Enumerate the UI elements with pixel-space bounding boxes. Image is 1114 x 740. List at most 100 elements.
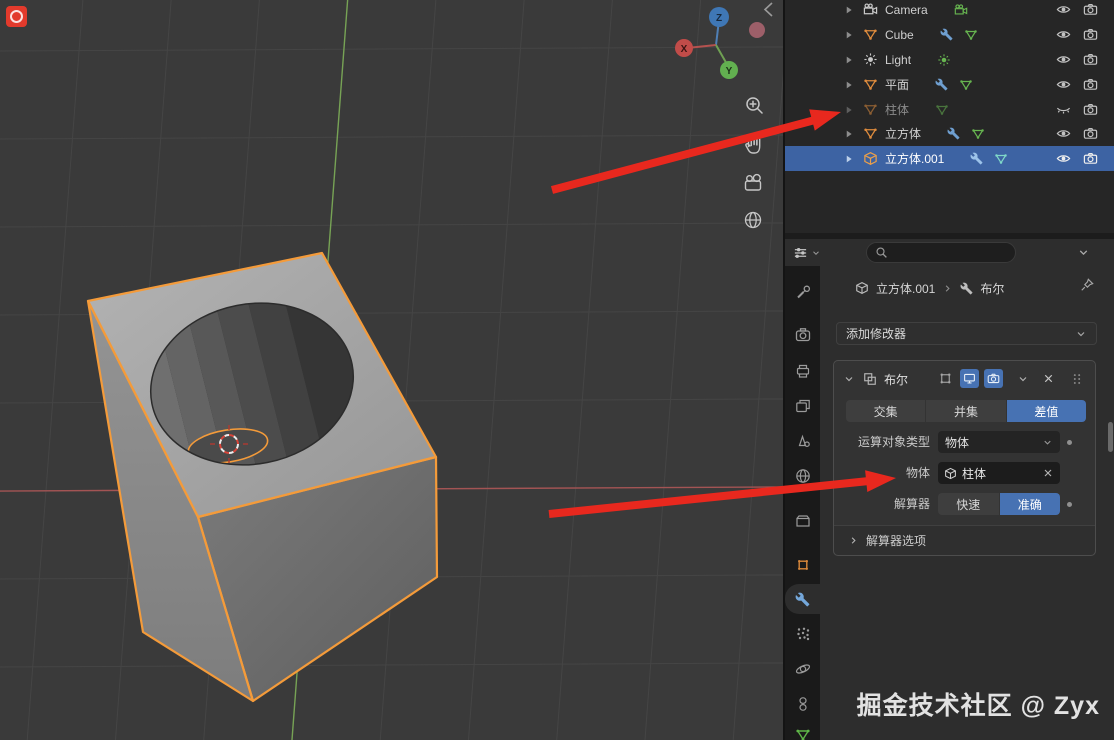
outliner-row-cube-001-active[interactable]: 立方体.001 <box>785 146 1114 171</box>
object-picker-field[interactable]: 柱体 <box>938 462 1060 484</box>
mesh-object-icon <box>863 102 878 117</box>
search-input[interactable] <box>894 244 1007 261</box>
op-intersect-button[interactable]: 交集 <box>846 400 926 422</box>
properties-tab-strip <box>785 266 820 740</box>
outliner-row-cube[interactable]: Cube <box>785 22 1114 47</box>
tab-tool[interactable] <box>785 277 820 307</box>
constraints-icon <box>795 696 811 712</box>
render-visibility-camera-icon[interactable] <box>1083 27 1098 42</box>
outliner-item-label[interactable]: 柱体 <box>885 101 909 118</box>
outliner-item-label[interactable]: 立方体.001 <box>885 150 944 167</box>
tab-physics[interactable] <box>785 654 820 684</box>
3d-viewport[interactable]: Z X Y <box>0 0 880 740</box>
solver-options-header[interactable]: 解算器选项 <box>834 525 1095 555</box>
visibility-eye-icon[interactable] <box>1056 77 1071 92</box>
filter-dropdown-icon[interactable] <box>1077 246 1090 259</box>
gizmo-x-axis-ball[interactable]: X <box>675 39 693 57</box>
gizmo-negative-axis-ball[interactable] <box>749 22 765 38</box>
op-difference-button[interactable]: 差值 <box>1006 400 1086 422</box>
render-display-toggle[interactable] <box>984 369 1003 388</box>
expand-arrow-icon[interactable] <box>843 79 855 91</box>
outliner-item-label[interactable]: Cube <box>885 28 914 42</box>
render-visibility-camera-icon[interactable] <box>1083 2 1098 17</box>
render-visibility-camera-icon[interactable] <box>1083 151 1098 166</box>
clear-object-x-icon[interactable] <box>1042 467 1054 479</box>
search-icon <box>875 246 888 259</box>
visibility-eye-icon[interactable] <box>1056 52 1071 67</box>
tab-render[interactable] <box>785 320 820 350</box>
expand-arrow-icon[interactable] <box>843 4 855 16</box>
tab-constraints[interactable] <box>785 689 820 719</box>
operand-type-dropdown[interactable]: 物体 <box>938 431 1060 453</box>
outliner-row-light[interactable]: Light <box>785 47 1114 72</box>
scrollbar-thumb[interactable] <box>1108 422 1113 452</box>
expand-arrow-icon[interactable] <box>843 104 855 116</box>
expand-arrow-icon[interactable] <box>843 54 855 66</box>
recorder-badge-icon <box>6 6 27 27</box>
visibility-eye-icon[interactable] <box>1056 151 1071 166</box>
edit-mode-toggle-icon[interactable] <box>938 371 953 386</box>
mesh-object-icon <box>863 27 878 42</box>
visibility-eye-icon[interactable] <box>1056 2 1071 17</box>
viewport-canvas[interactable]: Z X Y <box>0 0 880 740</box>
tab-scene[interactable] <box>785 426 820 456</box>
mesh-object-icon <box>863 126 878 141</box>
delete-modifier-x-icon[interactable] <box>1042 372 1055 385</box>
light-object-icon <box>863 52 878 67</box>
solver-options-label: 解算器选项 <box>866 534 927 548</box>
op-union-button[interactable]: 并集 <box>926 400 1006 422</box>
gizmo-z-axis-ball[interactable]: Z <box>709 7 729 27</box>
visibility-eye-icon[interactable] <box>1056 27 1071 42</box>
outliner-item-label[interactable]: 平面 <box>885 76 909 93</box>
boolean-modifier-icon <box>863 372 877 386</box>
tab-collection[interactable] <box>785 506 820 536</box>
outliner-row-cylinder[interactable]: 柱体 <box>785 97 1114 122</box>
solver-segmented: 快速 准确 <box>938 493 1060 515</box>
collapse-chevron-icon[interactable] <box>843 373 855 385</box>
realtime-display-toggle[interactable] <box>960 369 979 388</box>
render-visibility-camera-icon[interactable] <box>1083 77 1098 92</box>
light-data-icon <box>937 53 951 67</box>
outliner-row-cube-cn[interactable]: 立方体 <box>785 121 1114 146</box>
animate-dot[interactable] <box>1067 440 1072 445</box>
tab-particles[interactable] <box>785 619 820 649</box>
gizmo-x-label: X <box>681 44 688 55</box>
tab-world[interactable] <box>785 461 820 491</box>
solver-fast-button[interactable]: 快速 <box>938 493 999 515</box>
breadcrumb-object[interactable]: 立方体.001 <box>876 280 935 297</box>
extras-menu-chevron-icon[interactable] <box>1017 373 1029 385</box>
camera-icon <box>987 372 1000 385</box>
tab-object-data[interactable] <box>785 720 820 740</box>
render-visibility-camera-icon[interactable] <box>1083 102 1098 117</box>
outliner-item-label[interactable]: Camera <box>885 3 928 17</box>
visibility-eye-closed-icon[interactable] <box>1056 102 1071 117</box>
gizmo-y-label: Y <box>726 66 733 77</box>
search-box[interactable] <box>866 242 1016 263</box>
tab-output[interactable] <box>785 356 820 386</box>
solver-exact-button[interactable]: 准确 <box>999 493 1060 515</box>
animate-dot[interactable] <box>1067 502 1072 507</box>
outliner-item-label[interactable]: Light <box>885 53 911 67</box>
expand-arrow-icon[interactable] <box>843 153 855 165</box>
object-value: 柱体 <box>962 466 987 481</box>
expand-arrow-icon[interactable] <box>843 128 855 140</box>
camera-object-icon <box>863 2 878 17</box>
watermark: 掘金技术社区 @ Zyx <box>856 692 1100 720</box>
tab-view-layer[interactable] <box>785 391 820 421</box>
render-icon <box>795 327 811 343</box>
pin-icon[interactable] <box>1080 278 1094 292</box>
outliner-row-camera[interactable]: Camera <box>785 0 1114 22</box>
visibility-eye-icon[interactable] <box>1056 126 1071 141</box>
expand-arrow-icon[interactable] <box>843 29 855 41</box>
render-visibility-camera-icon[interactable] <box>1083 126 1098 141</box>
drag-handle-icon[interactable] <box>1070 372 1084 386</box>
tab-object[interactable] <box>785 550 820 580</box>
gizmo-y-axis-ball[interactable]: Y <box>720 61 738 79</box>
render-visibility-camera-icon[interactable] <box>1083 52 1098 67</box>
outliner-item-label[interactable]: 立方体 <box>885 125 921 142</box>
breadcrumb-modifier[interactable]: 布尔 <box>980 280 1004 297</box>
add-modifier-button[interactable]: 添加修改器 <box>836 322 1097 345</box>
outliner-row-plane[interactable]: 平面 <box>785 72 1114 97</box>
tab-modifiers[interactable] <box>785 584 820 614</box>
editor-type-button[interactable] <box>793 242 831 263</box>
